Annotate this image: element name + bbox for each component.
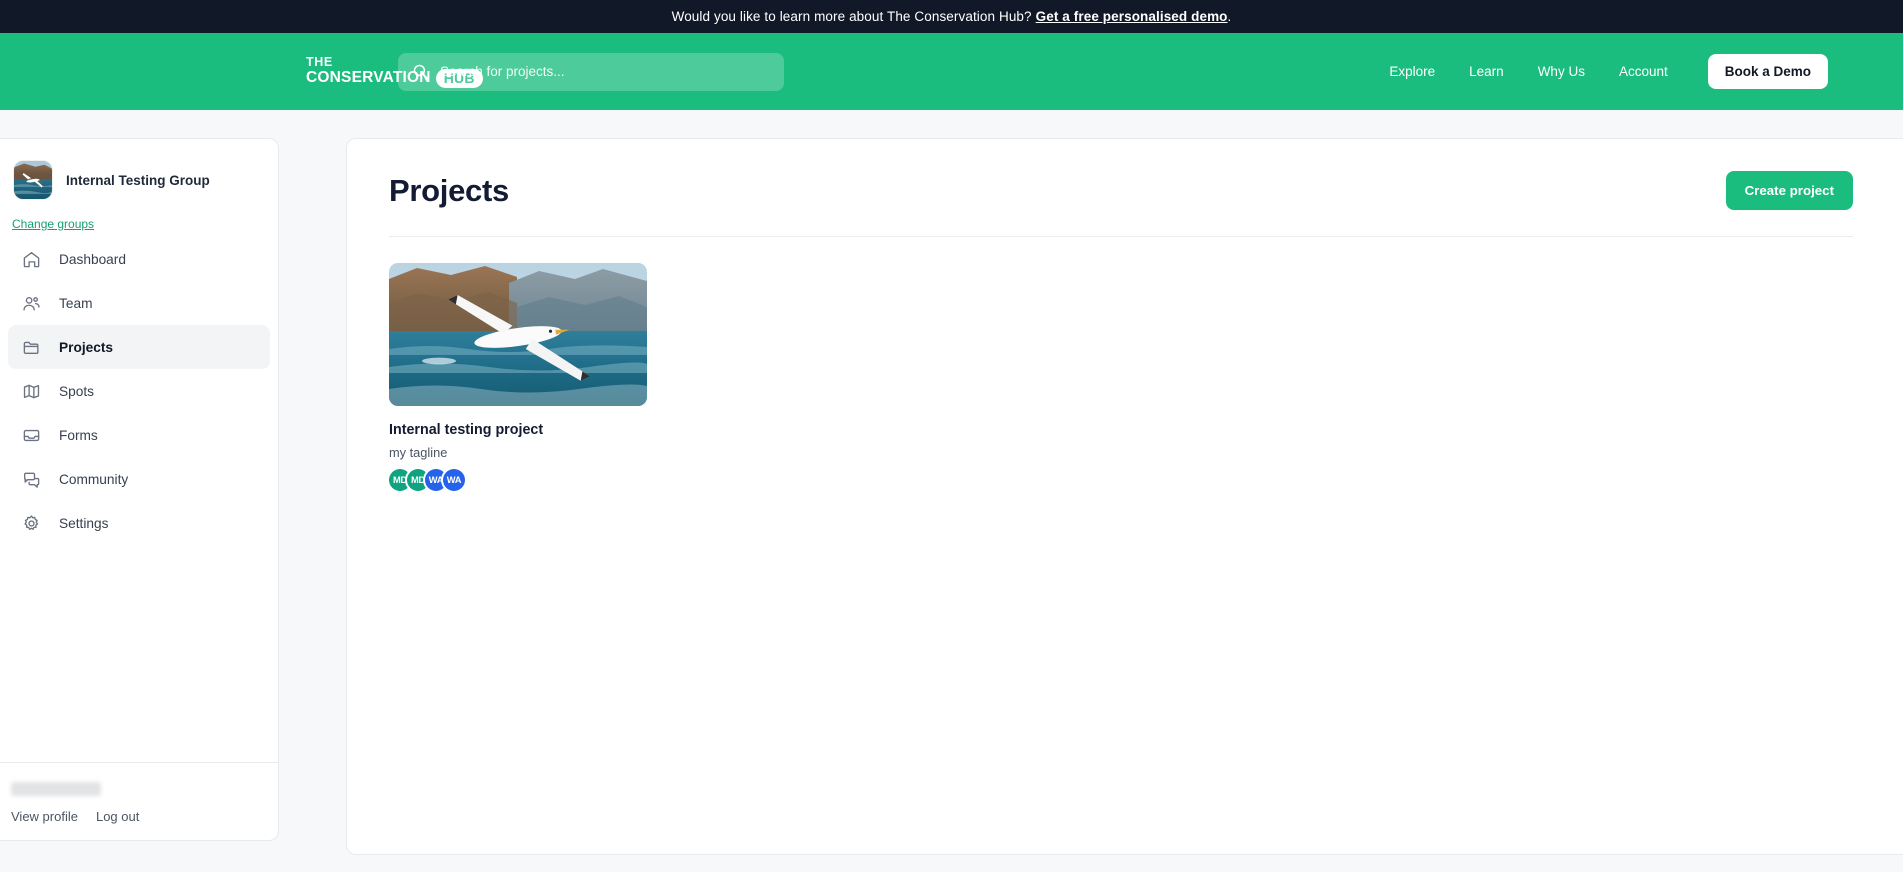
sidebar-item-label: Dashboard [59,251,126,267]
view-profile-link[interactable]: View profile [11,809,78,824]
map-icon [22,382,41,401]
folder-icon [22,338,41,357]
sidebar-item-projects[interactable]: Projects [8,325,270,369]
projects-panel: Projects Create project Internal testing… [346,138,1903,855]
sidebar-nav: Dashboard Team Projects Spots Forms Comm… [0,231,278,762]
inbox-icon [22,426,41,445]
nav-link-account[interactable]: Account [1619,64,1668,79]
users-icon [22,294,41,313]
primary-nav: Explore Learn Why Us Account Book a Demo [1389,54,1828,89]
change-groups-link[interactable]: Change groups [12,217,94,231]
sidebar-item-forms[interactable]: Forms [8,413,270,457]
home-icon [22,250,41,269]
page-body: Internal Testing Group Change groups Das… [0,110,1903,872]
gear-icon [22,514,41,533]
username-redacted [11,782,101,796]
announcement-period: . [1227,9,1232,24]
announcement-text: Would you like to learn more about The C… [671,9,1032,24]
sidebar-footer: View profile Log out [0,762,278,840]
panel-header: Projects Create project [389,171,1853,237]
sidebar-item-label: Team [59,295,93,311]
group-name: Internal Testing Group [66,172,210,188]
sidebar-item-label: Settings [59,515,109,531]
sidebar-item-team[interactable]: Team [8,281,270,325]
nav-link-learn[interactable]: Learn [1469,64,1504,79]
sidebar-item-community[interactable]: Community [8,457,270,501]
nav-link-why-us[interactable]: Why Us [1538,64,1585,79]
sidebar-item-label: Forms [59,427,98,443]
sidebar-item-spots[interactable]: Spots [8,369,270,413]
main-content-wrap: Projects Create project Internal testing… [279,110,1903,872]
chat-icon [22,470,41,489]
sidebar-item-label: Projects [59,339,114,355]
project-thumbnail [389,263,647,406]
announcement-banner: Would you like to learn more about The C… [0,0,1903,33]
project-members: MD MD WA WA [389,469,647,491]
create-project-button[interactable]: Create project [1725,171,1853,210]
nav-link-explore[interactable]: Explore [1389,64,1435,79]
free-demo-link[interactable]: Get a free personalised demo [1036,9,1228,24]
sidebar-item-dashboard[interactable]: Dashboard [8,237,270,281]
search-bar[interactable] [398,52,784,91]
group-switcher[interactable]: Internal Testing Group [0,139,278,217]
avatar[interactable]: WA [443,469,465,491]
sidebar-item-label: Spots [59,383,95,399]
sidebar-item-label: Community [59,471,129,487]
project-name: Internal testing project [389,422,544,438]
search-icon [412,63,429,80]
project-card[interactable]: Internal testing project my tagline MD M… [389,263,647,491]
page-title: Projects [389,172,509,208]
top-navbar: THE CONSERVATION HUB Explore Learn Why U… [0,33,1903,110]
project-tagline: my tagline [389,445,448,460]
logout-link[interactable]: Log out [96,809,139,824]
sidebar: Internal Testing Group Change groups Das… [0,138,279,841]
sidebar-item-settings[interactable]: Settings [8,501,270,545]
group-avatar [14,161,52,199]
projects-grid: Internal testing project my tagline MD M… [389,237,1853,491]
book-a-demo-button[interactable]: Book a Demo [1707,54,1828,89]
search-input[interactable] [440,64,770,79]
